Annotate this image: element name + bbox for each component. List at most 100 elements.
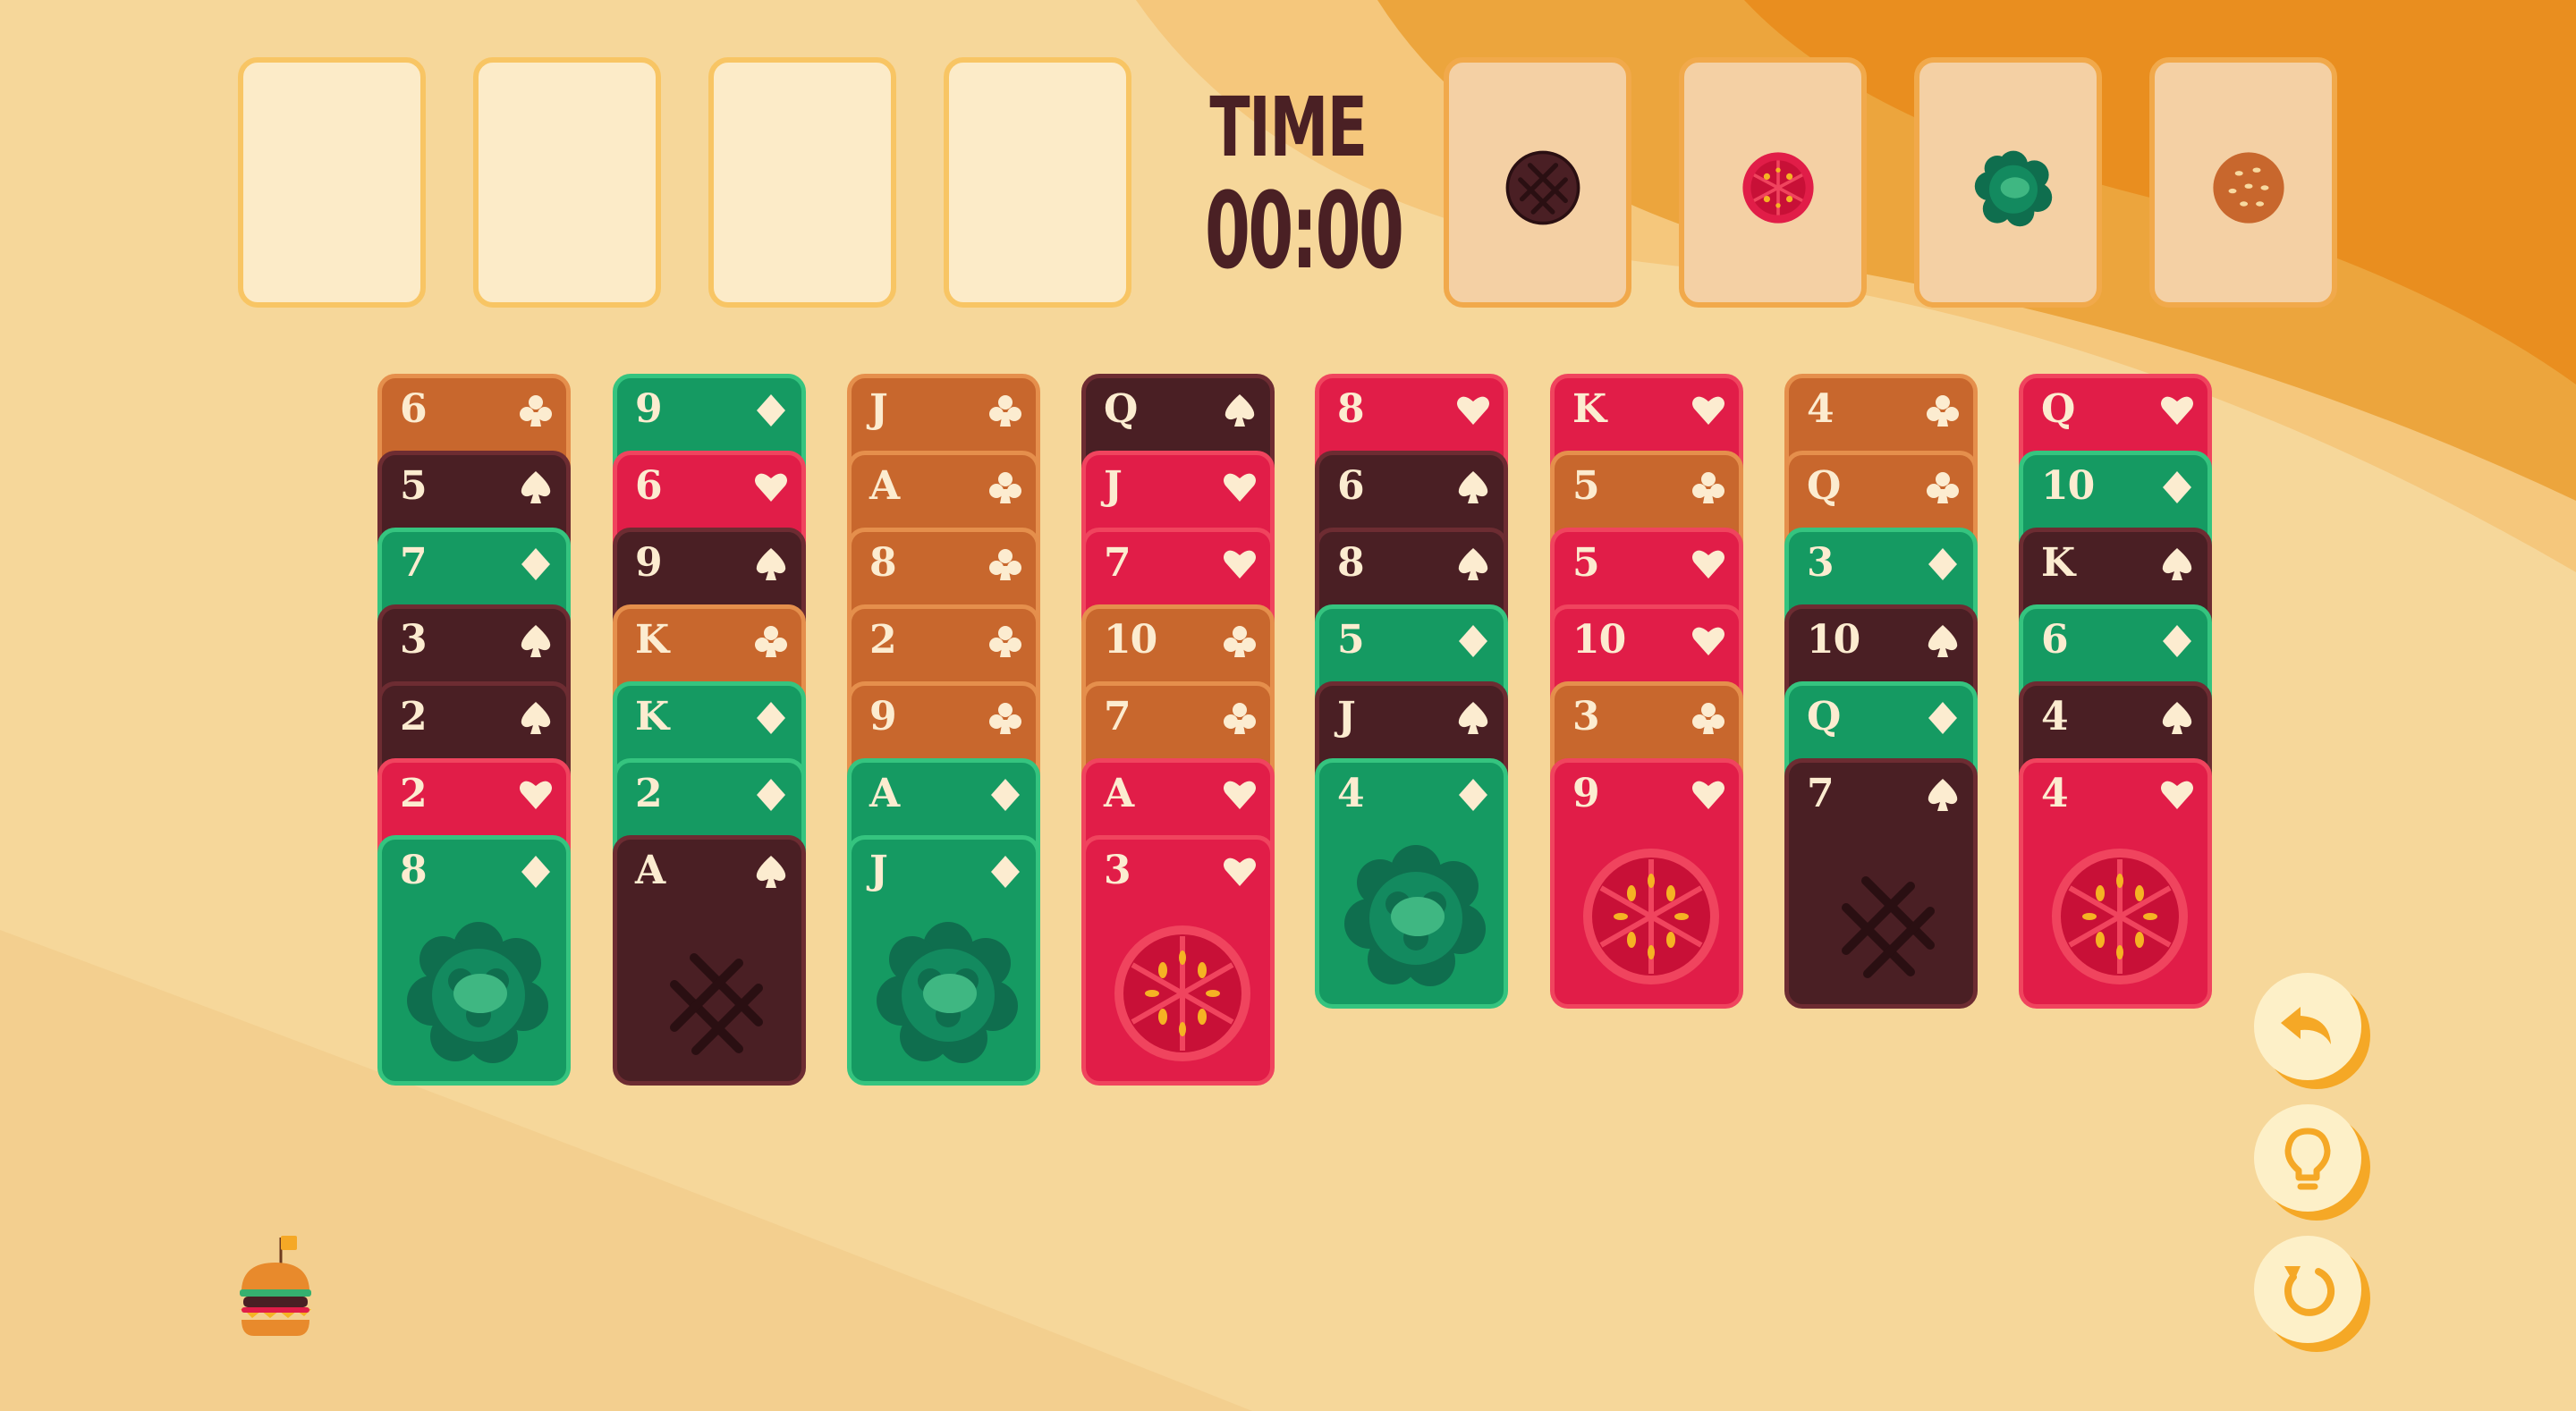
- card-rank: 4: [1807, 386, 1835, 432]
- heart-suit-icon: [2161, 781, 2193, 809]
- tomato-icon: [1114, 925, 1250, 1061]
- lettuce-icon: [877, 922, 1018, 1063]
- free-cell-4[interactable]: [944, 57, 1131, 308]
- free-cell-2[interactable]: [473, 57, 661, 308]
- card-rank: 9: [1572, 771, 1600, 816]
- tomato-icon: [2052, 849, 2188, 984]
- heart-suit-icon: [1692, 550, 1724, 579]
- card-rank: Q: [1807, 694, 1841, 739]
- diamond-suit-icon: [991, 856, 1020, 888]
- spade-suit-icon: [521, 702, 551, 734]
- card-rank: 2: [635, 771, 663, 816]
- foundation-diamonds[interactable]: [1914, 57, 2102, 308]
- spade-suit-icon: [756, 548, 786, 580]
- club-suit-icon: [1927, 395, 1959, 427]
- timer-value: 00:00: [1205, 169, 1404, 292]
- foundation-spades[interactable]: [1444, 57, 1631, 308]
- card-rank: A: [635, 848, 665, 893]
- restart-button[interactable]: [2254, 1236, 2361, 1343]
- heart-suit-icon: [520, 781, 552, 809]
- card-3-of-hearts[interactable]: 3: [1081, 835, 1275, 1086]
- lettuce-icon: [1344, 845, 1486, 986]
- spade-suit-icon: [1928, 625, 1958, 657]
- free-cell-1[interactable]: [238, 57, 426, 308]
- diamond-suit-icon: [521, 856, 550, 888]
- card-rank: 7: [1104, 540, 1131, 586]
- hint-button[interactable]: [2254, 1104, 2361, 1212]
- diamond-suit-icon: [991, 779, 1020, 811]
- club-suit-icon: [755, 626, 787, 657]
- spade-suit-icon: [521, 625, 551, 657]
- card-rank: 3: [1572, 694, 1600, 739]
- card-rank: 7: [1104, 694, 1131, 739]
- card-rank: 8: [1337, 540, 1365, 586]
- spade-suit-icon: [1458, 548, 1488, 580]
- lightbulb-icon: [2284, 1128, 2331, 1190]
- spade-suit-icon: [1224, 394, 1255, 427]
- card-rank: 9: [635, 540, 663, 586]
- grill-patty-icon: [1842, 876, 1935, 978]
- card-rank: 4: [1337, 771, 1365, 816]
- card-rank: A: [869, 463, 900, 509]
- card-rank: A: [1104, 771, 1134, 816]
- spade-suit-icon: [2162, 702, 2192, 734]
- card-7-of-spades[interactable]: 7: [1784, 758, 1978, 1009]
- diamond-suit-icon: [757, 394, 785, 427]
- card-rank: 7: [400, 540, 428, 586]
- card-rank: 6: [635, 463, 663, 509]
- lettuce-icon: [1974, 150, 2053, 227]
- timer-label: TIME: [1209, 80, 1368, 175]
- club-suit-icon: [989, 626, 1021, 657]
- heart-suit-icon: [1224, 858, 1256, 886]
- spade-suit-icon: [2162, 548, 2192, 580]
- card-4-of-diamonds[interactable]: 4: [1315, 758, 1508, 1009]
- card-rank: J: [869, 848, 888, 893]
- spade-suit-icon: [1458, 471, 1488, 503]
- card-A-of-spades[interactable]: A: [613, 835, 806, 1086]
- spade-suit-icon: [756, 856, 786, 888]
- card-rank: Q: [2041, 386, 2075, 432]
- card-rank: 2: [400, 771, 428, 816]
- club-suit-icon: [989, 703, 1021, 734]
- heart-suit-icon: [1224, 473, 1256, 502]
- diamond-suit-icon: [757, 779, 785, 811]
- spade-suit-icon: [1458, 702, 1488, 734]
- card-9-of-hearts[interactable]: 9: [1550, 758, 1743, 1009]
- free-cell-3[interactable]: [708, 57, 896, 308]
- card-rank: 3: [400, 617, 428, 663]
- spade-suit-icon: [1928, 779, 1958, 811]
- card-rank: J: [1104, 463, 1123, 509]
- card-rank: 9: [869, 694, 897, 739]
- undo-arrow-icon: [2281, 1007, 2331, 1044]
- club-suit-icon: [1927, 472, 1959, 503]
- foundation-clubs[interactable]: [2149, 57, 2337, 308]
- card-rank: 10: [1807, 617, 1860, 663]
- card-4-of-hearts[interactable]: 4: [2019, 758, 2212, 1009]
- card-rank: 3: [1104, 848, 1131, 893]
- card-rank: 2: [869, 617, 897, 663]
- club-suit-icon: [1692, 703, 1724, 734]
- foundation-hearts[interactable]: [1679, 57, 1867, 308]
- card-rank: K: [635, 617, 669, 663]
- club-suit-icon: [1224, 626, 1256, 657]
- card-rank: 6: [1337, 463, 1365, 509]
- heart-suit-icon: [1692, 781, 1724, 809]
- card-rank: Q: [1104, 386, 1138, 432]
- lettuce-icon: [407, 922, 548, 1063]
- club-suit-icon: [1692, 472, 1724, 503]
- heart-suit-icon: [755, 473, 787, 502]
- card-rank: 10: [1104, 617, 1157, 663]
- diamond-suit-icon: [757, 702, 785, 734]
- card-8-of-diamonds[interactable]: 8: [377, 835, 571, 1086]
- card-rank: 4: [2041, 771, 2069, 816]
- diamond-suit-icon: [521, 548, 550, 580]
- card-rank: 7: [1807, 771, 1835, 816]
- card-rank: 10: [1572, 617, 1626, 663]
- diamond-suit-icon: [1928, 548, 1957, 580]
- undo-button[interactable]: [2254, 973, 2361, 1080]
- burger-logo-icon: [240, 1236, 311, 1336]
- card-J-of-diamonds[interactable]: J: [847, 835, 1040, 1086]
- heart-suit-icon: [1692, 627, 1724, 655]
- club-suit-icon: [520, 395, 552, 427]
- bun-icon: [2213, 152, 2284, 224]
